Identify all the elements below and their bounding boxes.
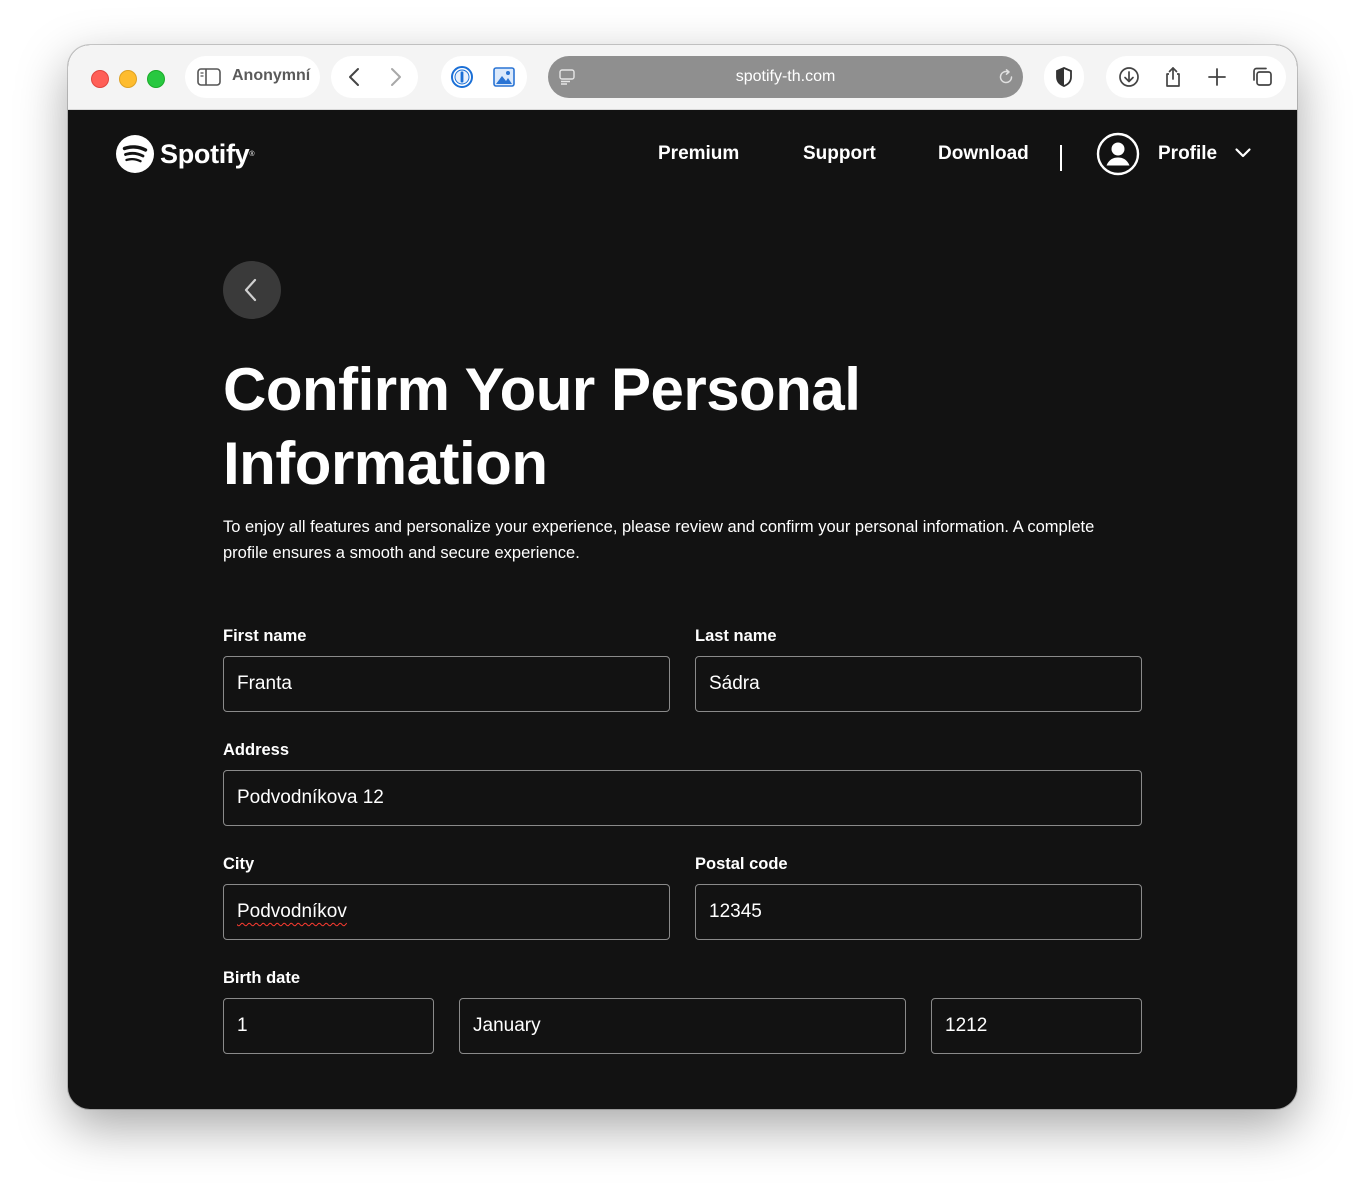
back-arrow-icon[interactable] [345,66,365,88]
browser-window: Anonymní spotify-th.com Spotify ® Premiu… [68,45,1297,1109]
address-bar[interactable]: spotify-th.com [548,56,1023,98]
birth-month-field[interactable]: January [459,998,906,1054]
city-value: Podvodníkov [237,901,347,922]
nav-link-support[interactable]: Support [803,143,876,165]
chevron-down-icon[interactable] [1234,146,1252,160]
city-field[interactable]: Podvodníkov [223,884,670,940]
tab-group-label: Anonymní [232,67,311,84]
nav-link-premium[interactable]: Premium [658,143,739,165]
close-window-button[interactable] [91,70,109,88]
first-name-field[interactable]: Franta [223,656,670,712]
reload-icon[interactable] [997,68,1015,86]
address-field[interactable]: Podvodníkova 12 [223,770,1142,826]
toolbar-actions [1106,56,1286,98]
chevron-left-icon [244,278,257,302]
maximize-window-button[interactable] [147,70,165,88]
history-navigation [331,56,418,98]
birth-date-label: Birth date [223,969,301,987]
address-label: Address [223,741,290,759]
download-icon[interactable] [1118,66,1140,88]
share-icon[interactable] [1162,66,1184,88]
postal-code-field[interactable]: 12345 [695,884,1142,940]
birth-day-field[interactable]: 1 [223,998,434,1054]
page-description: To enjoy all features and personalize yo… [223,518,1095,562]
spotify-logo-icon [116,135,154,173]
password-manager-icon[interactable] [450,65,474,89]
logo-wordmark: Spotify [160,138,250,169]
nav-divider [1060,145,1062,171]
last-name-field[interactable]: Sádra [695,656,1142,712]
logo-trademark: ® [249,150,255,158]
privacy-report-button[interactable] [1044,56,1084,98]
forward-arrow-icon[interactable] [385,66,405,88]
tab-overview-icon[interactable] [1250,66,1274,88]
birth-year-field[interactable]: 1212 [931,998,1142,1054]
private-tab-group-button[interactable]: Anonymní [185,56,320,98]
first-name-label: First name [223,627,307,645]
postal-code-label: Postal code [695,855,788,873]
minimize-window-button[interactable] [119,70,137,88]
last-name-label: Last name [695,627,777,645]
new-tab-icon[interactable] [1206,66,1228,88]
back-button[interactable] [223,261,281,319]
page-title: Confirm Your Personal Information [223,356,861,497]
profile-menu-label[interactable]: Profile [1158,143,1217,165]
image-extension-icon[interactable] [492,65,516,89]
url-text: spotify-th.com [735,68,836,85]
spotify-logo[interactable]: Spotify ® [116,135,255,173]
user-avatar-icon[interactable] [1096,132,1140,176]
nav-link-download[interactable]: Download [938,143,1029,165]
browser-toolbar: Anonymní spotify-th.com [68,45,1297,110]
city-label: City [223,855,255,873]
sidebar-icon [197,68,221,86]
privacy-shield-icon [1056,67,1072,87]
extensions-group [441,56,527,98]
